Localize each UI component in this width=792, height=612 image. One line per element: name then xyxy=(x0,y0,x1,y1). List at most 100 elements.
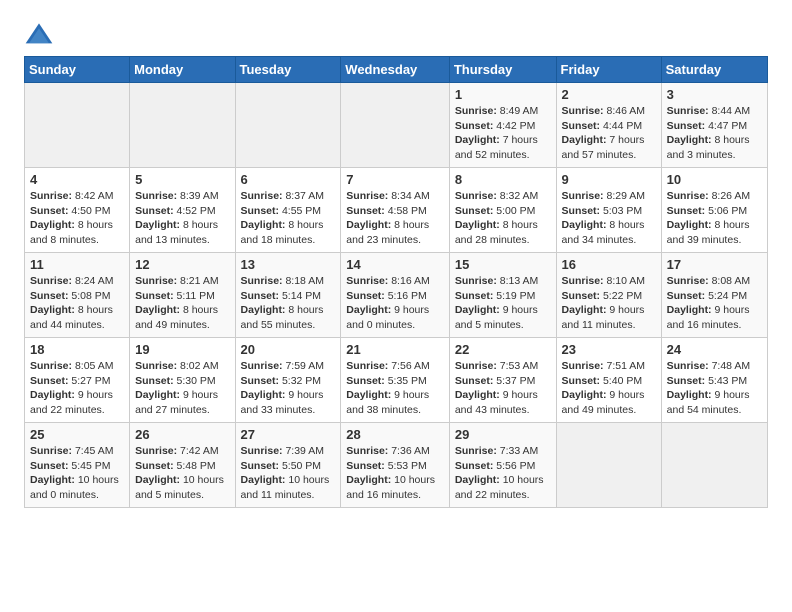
day-number: 26 xyxy=(135,427,229,442)
day-cell: 29 Sunrise: 7:33 AMSunset: 5:56 PMDayligh… xyxy=(449,423,556,508)
day-cell: 15Sunrise: 8:13 AMSunset: 5:19 PMDayligh… xyxy=(449,253,556,338)
day-info: Sunrise: 8:32 AMSunset: 5:00 PMDaylight:… xyxy=(455,189,551,248)
header-day-thursday: Thursday xyxy=(449,57,556,83)
day-number: 12 xyxy=(135,257,229,272)
day-cell: 2 Sunrise: 8:46 AMSunset: 4:44 PMDaylight… xyxy=(556,83,661,168)
header xyxy=(24,20,768,50)
day-info: Sunrise: 8:18 AMSunset: 5:14 PMDaylight:… xyxy=(241,274,336,333)
day-cell: 11 Sunrise: 8:24 AMSunset: 5:08 PMDayligh… xyxy=(25,253,130,338)
day-info: Sunrise: 8:24 AMSunset: 5:08 PMDaylight:… xyxy=(30,274,124,333)
day-number: 15 xyxy=(455,257,551,272)
day-info: Sunrise: 8:49 AMSunset: 4:42 PMDaylight:… xyxy=(455,104,551,163)
day-info: Sunrise: 7:33 AMSunset: 5:56 PMDaylight:… xyxy=(455,444,551,503)
day-number: 24 xyxy=(667,342,762,357)
day-cell: 16 Sunrise: 8:10 AMSunset: 5:22 PMDayligh… xyxy=(556,253,661,338)
day-number: 21 xyxy=(346,342,444,357)
day-cell xyxy=(130,83,235,168)
day-info: Sunrise: 8:10 AMSunset: 5:22 PMDaylight:… xyxy=(562,274,656,333)
day-info: Sunrise: 8:29 AMSunset: 5:03 PMDaylight:… xyxy=(562,189,656,248)
day-number: 7 xyxy=(346,172,444,187)
day-info: Sunrise: 8:42 AMSunset: 4:50 PMDaylight:… xyxy=(30,189,124,248)
day-info: Sunrise: 8:46 AMSunset: 4:44 PMDaylight:… xyxy=(562,104,656,163)
day-cell: 12 Sunrise: 8:21 AMSunset: 5:11 PMDayligh… xyxy=(130,253,235,338)
day-number: 14 xyxy=(346,257,444,272)
day-number: 4 xyxy=(30,172,124,187)
calendar-header: SundayMondayTuesdayWednesdayThursdayFrid… xyxy=(25,57,768,83)
day-cell: 10 Sunrise: 8:26 AMSunset: 5:06 PMDayligh… xyxy=(661,168,767,253)
day-number: 1 xyxy=(455,87,551,102)
day-info: Sunrise: 8:05 AMSunset: 5:27 PMDaylight:… xyxy=(30,359,124,418)
day-number: 22 xyxy=(455,342,551,357)
day-info: Sunrise: 8:02 AMSunset: 5:30 PMDaylight:… xyxy=(135,359,229,418)
day-info: Sunrise: 7:48 AMSunset: 5:43 PMDaylight:… xyxy=(667,359,762,418)
day-number: 16 xyxy=(562,257,656,272)
day-cell: 17Sunrise: 8:08 AMSunset: 5:24 PMDayligh… xyxy=(661,253,767,338)
day-info: Sunrise: 7:39 AMSunset: 5:50 PMDaylight:… xyxy=(241,444,336,503)
day-info: Sunrise: 8:37 AMSunset: 4:55 PMDaylight:… xyxy=(241,189,336,248)
day-cell: 4 Sunrise: 8:42 AMSunset: 4:50 PMDaylight… xyxy=(25,168,130,253)
day-cell xyxy=(556,423,661,508)
day-cell: 23Sunrise: 7:51 AMSunset: 5:40 PMDayligh… xyxy=(556,338,661,423)
logo xyxy=(24,20,58,50)
day-number: 3 xyxy=(667,87,762,102)
day-cell: 8 Sunrise: 8:32 AMSunset: 5:00 PMDaylight… xyxy=(449,168,556,253)
day-number: 2 xyxy=(562,87,656,102)
day-number: 6 xyxy=(241,172,336,187)
day-number: 25 xyxy=(30,427,124,442)
day-cell xyxy=(25,83,130,168)
day-cell: 6 Sunrise: 8:37 AMSunset: 4:55 PMDaylight… xyxy=(235,168,341,253)
week-row-3: 18Sunrise: 8:05 AMSunset: 5:27 PMDayligh… xyxy=(25,338,768,423)
day-number: 10 xyxy=(667,172,762,187)
day-number: 29 xyxy=(455,427,551,442)
day-cell: 25Sunrise: 7:45 AMSunset: 5:45 PMDayligh… xyxy=(25,423,130,508)
day-number: 8 xyxy=(455,172,551,187)
day-info: Sunrise: 7:53 AMSunset: 5:37 PMDaylight:… xyxy=(455,359,551,418)
day-cell: 1 Sunrise: 8:49 AMSunset: 4:42 PMDaylight… xyxy=(449,83,556,168)
day-cell: 13 Sunrise: 8:18 AMSunset: 5:14 PMDayligh… xyxy=(235,253,341,338)
day-cell: 7 Sunrise: 8:34 AMSunset: 4:58 PMDaylight… xyxy=(341,168,450,253)
header-day-sunday: Sunday xyxy=(25,57,130,83)
day-cell xyxy=(341,83,450,168)
day-info: Sunrise: 7:51 AMSunset: 5:40 PMDaylight:… xyxy=(562,359,656,418)
day-info: Sunrise: 8:39 AMSunset: 4:52 PMDaylight:… xyxy=(135,189,229,248)
week-row-2: 11 Sunrise: 8:24 AMSunset: 5:08 PMDayligh… xyxy=(25,253,768,338)
day-number: 5 xyxy=(135,172,229,187)
day-info: Sunrise: 8:26 AMSunset: 5:06 PMDaylight:… xyxy=(667,189,762,248)
week-row-0: 1 Sunrise: 8:49 AMSunset: 4:42 PMDaylight… xyxy=(25,83,768,168)
day-cell: 24 Sunrise: 7:48 AMSunset: 5:43 PMDayligh… xyxy=(661,338,767,423)
day-number: 19 xyxy=(135,342,229,357)
day-cell: 22 Sunrise: 7:53 AMSunset: 5:37 PMDayligh… xyxy=(449,338,556,423)
day-number: 9 xyxy=(562,172,656,187)
day-cell: 5 Sunrise: 8:39 AMSunset: 4:52 PMDaylight… xyxy=(130,168,235,253)
day-cell: 20Sunrise: 7:59 AMSunset: 5:32 PMDayligh… xyxy=(235,338,341,423)
week-row-1: 4 Sunrise: 8:42 AMSunset: 4:50 PMDaylight… xyxy=(25,168,768,253)
page: SundayMondayTuesdayWednesdayThursdayFrid… xyxy=(0,0,792,524)
day-cell: 9 Sunrise: 8:29 AMSunset: 5:03 PMDaylight… xyxy=(556,168,661,253)
day-cell: 14 Sunrise: 8:16 AMSunset: 5:16 PMDayligh… xyxy=(341,253,450,338)
header-day-monday: Monday xyxy=(130,57,235,83)
week-row-4: 25Sunrise: 7:45 AMSunset: 5:45 PMDayligh… xyxy=(25,423,768,508)
day-cell xyxy=(661,423,767,508)
day-cell: 21Sunrise: 7:56 AMSunset: 5:35 PMDayligh… xyxy=(341,338,450,423)
day-number: 17 xyxy=(667,257,762,272)
day-number: 13 xyxy=(241,257,336,272)
day-info: Sunrise: 8:21 AMSunset: 5:11 PMDaylight:… xyxy=(135,274,229,333)
header-row: SundayMondayTuesdayWednesdayThursdayFrid… xyxy=(25,57,768,83)
header-day-friday: Friday xyxy=(556,57,661,83)
header-day-wednesday: Wednesday xyxy=(341,57,450,83)
calendar-body: 1 Sunrise: 8:49 AMSunset: 4:42 PMDaylight… xyxy=(25,83,768,508)
calendar-table: SundayMondayTuesdayWednesdayThursdayFrid… xyxy=(24,56,768,508)
day-cell: 19 Sunrise: 8:02 AMSunset: 5:30 PMDayligh… xyxy=(130,338,235,423)
day-cell: 18Sunrise: 8:05 AMSunset: 5:27 PMDayligh… xyxy=(25,338,130,423)
day-info: Sunrise: 7:59 AMSunset: 5:32 PMDaylight:… xyxy=(241,359,336,418)
day-number: 27 xyxy=(241,427,336,442)
day-info: Sunrise: 8:16 AMSunset: 5:16 PMDaylight:… xyxy=(346,274,444,333)
header-day-saturday: Saturday xyxy=(661,57,767,83)
day-cell: 26 Sunrise: 7:42 AMSunset: 5:48 PMDayligh… xyxy=(130,423,235,508)
day-info: Sunrise: 7:42 AMSunset: 5:48 PMDaylight:… xyxy=(135,444,229,503)
header-day-tuesday: Tuesday xyxy=(235,57,341,83)
day-number: 11 xyxy=(30,257,124,272)
day-info: Sunrise: 8:34 AMSunset: 4:58 PMDaylight:… xyxy=(346,189,444,248)
day-cell: 28Sunrise: 7:36 AMSunset: 5:53 PMDayligh… xyxy=(341,423,450,508)
day-cell: 3Sunrise: 8:44 AMSunset: 4:47 PMDaylight… xyxy=(661,83,767,168)
